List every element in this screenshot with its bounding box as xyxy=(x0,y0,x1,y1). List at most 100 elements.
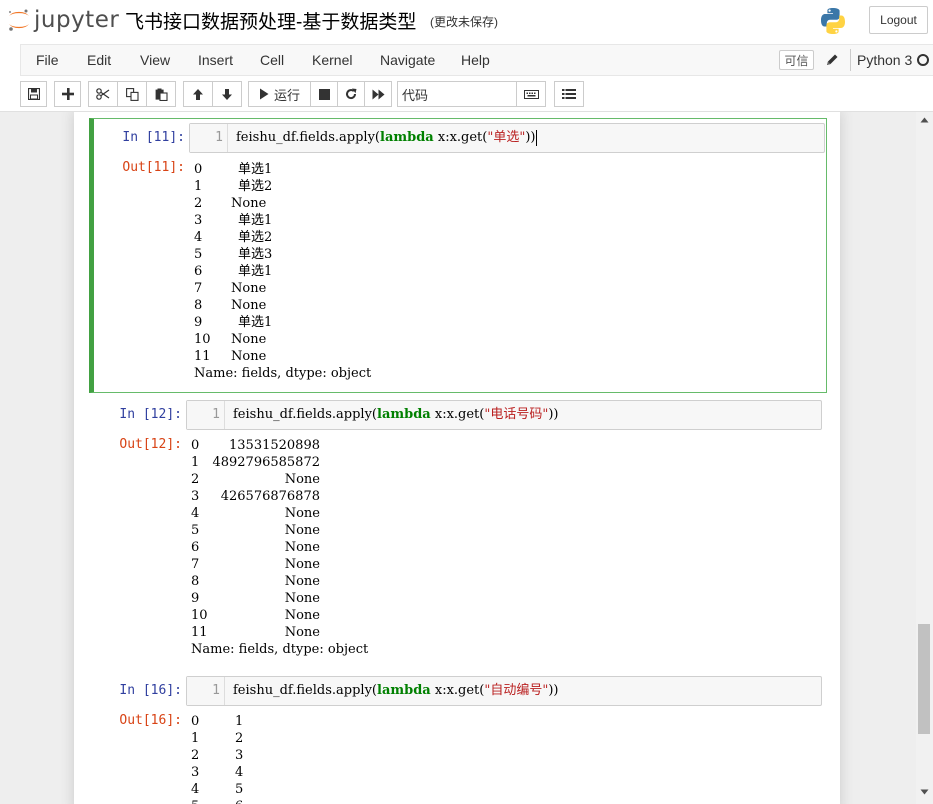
insert-cell-button[interactable] xyxy=(54,81,81,107)
menu-kernel[interactable]: Kernel xyxy=(312,45,352,75)
code-editor[interactable]: 1 feishu_df.fields.apply(lambda x:x.get(… xyxy=(186,676,822,706)
run-label: 运行 xyxy=(273,87,300,103)
table-of-contents-button[interactable] xyxy=(554,81,584,107)
move-down-button[interactable] xyxy=(212,81,242,107)
output-row: 9 None xyxy=(191,591,320,606)
trusted-indicator[interactable]: 可信 xyxy=(779,50,814,70)
toolbar: 运行 代码 xyxy=(20,81,933,107)
output-row: 56 xyxy=(186,798,266,804)
cut-button[interactable] xyxy=(88,81,118,107)
output-row: 5 单选3 xyxy=(194,247,273,262)
output-prompt: Out[12]: xyxy=(119,437,182,452)
vertical-scrollbar[interactable] xyxy=(916,112,933,804)
output-row: 9 单选1 xyxy=(194,315,273,330)
output-area: 01 12 23 34 45 56 xyxy=(186,713,266,804)
output-row: 7 None xyxy=(194,281,267,296)
fast-forward-icon xyxy=(372,89,384,99)
play-icon xyxy=(259,88,269,100)
menubar-divider xyxy=(850,49,851,71)
menubar: File Edit View Insert Cell Kernel Naviga… xyxy=(20,44,933,76)
input-prompt: In [16]: xyxy=(119,683,182,698)
input-prompt: In [11]: xyxy=(122,130,185,145)
move-up-button[interactable] xyxy=(183,81,213,107)
save-button[interactable] xyxy=(20,81,47,107)
arrow-down-icon xyxy=(222,88,232,100)
output-row: 3 426576876878 xyxy=(191,489,320,504)
pencil-icon[interactable] xyxy=(825,52,839,68)
scissors-icon xyxy=(96,88,110,100)
output-row: 1 单选2 xyxy=(194,179,273,194)
text-cursor xyxy=(536,129,538,146)
cell-type-select[interactable]: 代码 xyxy=(397,81,535,107)
output-footer: Name: fields, dtype: object xyxy=(194,366,372,381)
output-row: 1 4892796585872 xyxy=(191,455,320,470)
code-cell[interactable]: In [12]: 1 feishu_df.fields.apply(lambda… xyxy=(90,396,827,666)
output-prompt: Out[11]: xyxy=(122,160,185,175)
code-editor[interactable]: 1 feishu_df.fields.apply(lambda x:x.get(… xyxy=(186,400,822,430)
code-editor[interactable]: 1 feishu_df.fields.apply(lambda x:x.get(… xyxy=(189,123,825,153)
interrupt-button[interactable] xyxy=(310,81,338,107)
keyboard-icon xyxy=(523,89,539,99)
notebook-site[interactable]: In [11]: 1 feishu_df.fields.apply(lambda… xyxy=(0,112,933,804)
kernel-idle-indicator-icon xyxy=(917,54,929,66)
output-row: 2 None xyxy=(191,472,320,487)
output-row: 7 None xyxy=(191,557,320,572)
run-button[interactable]: 运行 xyxy=(248,81,311,107)
code-cell[interactable]: In [11]: 1 feishu_df.fields.apply(lambda… xyxy=(89,118,827,393)
output-row: 34 xyxy=(191,765,244,780)
logout-button[interactable]: Logout xyxy=(869,6,928,34)
output-row: 0 单选1 xyxy=(194,162,273,177)
notebook-title[interactable]: 飞书接口数据预处理-基于数据类型 xyxy=(125,7,416,34)
notebook-container: In [11]: 1 feishu_df.fields.apply(lambda… xyxy=(74,112,840,804)
menu-view[interactable]: View xyxy=(140,45,170,75)
restart-button[interactable] xyxy=(337,81,365,107)
plus-icon xyxy=(61,88,74,100)
output-row: 11 None xyxy=(191,625,320,640)
restart-run-all-button[interactable] xyxy=(364,81,392,107)
kernel-name[interactable]: Python 3 xyxy=(857,45,912,75)
jupyter-logo-icon xyxy=(8,9,29,31)
python-logo-icon xyxy=(821,8,845,34)
code-line: feishu_df.fields.apply(lambda x:x.get("电… xyxy=(233,407,559,422)
copy-icon xyxy=(125,87,139,101)
line-number: 1 xyxy=(187,401,225,429)
menu-cell[interactable]: Cell xyxy=(260,45,284,75)
scroll-up-arrow-icon[interactable] xyxy=(920,117,929,123)
logo-text: jupyter xyxy=(34,7,120,33)
save-icon xyxy=(27,88,40,100)
code-cell[interactable]: In [16]: 1 feishu_df.fields.apply(lambda… xyxy=(90,672,827,804)
refresh-icon xyxy=(346,88,357,100)
stop-icon xyxy=(318,88,330,100)
jupyter-logo[interactable]: jupyter xyxy=(6,6,119,34)
scroll-down-arrow-icon[interactable] xyxy=(920,789,929,795)
output-row: 6 单选1 xyxy=(194,264,273,279)
output-row: 12 xyxy=(191,731,244,746)
output-row: 10 None xyxy=(194,332,267,347)
scrollbar-thumb[interactable] xyxy=(918,624,930,734)
menu-edit[interactable]: Edit xyxy=(87,45,111,75)
output-row: 10 None xyxy=(191,608,320,623)
output-row: 4 单选2 xyxy=(194,230,273,245)
output-row: 11 None xyxy=(194,349,267,364)
menu-help[interactable]: Help xyxy=(461,45,490,75)
command-palette-button[interactable] xyxy=(516,81,546,107)
header: jupyter 飞书接口数据预处理-基于数据类型 (更改未保存) Logout … xyxy=(0,0,933,112)
menu-navigate[interactable]: Navigate xyxy=(380,45,435,75)
output-row: 23 xyxy=(191,748,244,763)
output-row: 8 None xyxy=(194,298,267,313)
output-row: 4 None xyxy=(191,506,320,521)
paste-icon xyxy=(155,88,168,101)
cell-type-value: 代码 xyxy=(402,87,429,103)
output-area: 0 13531520898 1 4892796585872 2 None 3 42657… xyxy=(186,437,368,658)
copy-button[interactable] xyxy=(117,81,147,107)
list-icon xyxy=(562,89,576,99)
menu-insert[interactable]: Insert xyxy=(198,45,233,75)
paste-button[interactable] xyxy=(146,81,176,107)
output-row: 5 None xyxy=(191,523,320,538)
line-number: 1 xyxy=(187,677,225,705)
output-row: 6 None xyxy=(191,540,320,555)
input-prompt: In [12]: xyxy=(119,407,182,422)
arrow-up-icon xyxy=(193,88,203,100)
menu-file[interactable]: File xyxy=(36,45,59,75)
output-row: 2 None xyxy=(194,196,267,211)
